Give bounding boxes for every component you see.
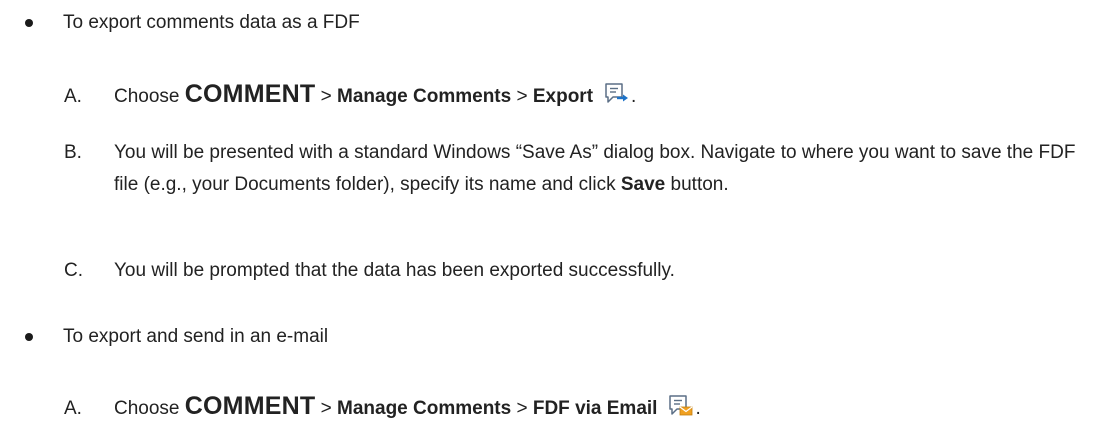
- step-b-tail: button.: [665, 174, 729, 195]
- fdf-via-email-command-label: FDF via Email: [532, 398, 658, 419]
- separator: >: [315, 398, 337, 419]
- bullet-dot: [25, 19, 33, 27]
- step-a-fdf-via-email: A. Choose COMMENT > Manage Comments > FDF…: [64, 391, 701, 428]
- comment-tab-label: COMMENT: [184, 80, 316, 108]
- step-letter: A.: [64, 86, 82, 107]
- bullet-text: To export and send in an e-mail: [63, 326, 329, 347]
- save-button-label: Save: [620, 174, 666, 195]
- choose-text: Choose: [114, 86, 185, 107]
- separator: >: [315, 86, 337, 107]
- step-letter: B.: [64, 142, 82, 163]
- export-command-label: Export: [532, 86, 594, 107]
- bullet-text: To export comments data as a FDF: [63, 12, 360, 33]
- export-comments-icon: [603, 82, 631, 116]
- manage-comments-label: Manage Comments: [337, 86, 512, 107]
- period: .: [631, 86, 637, 107]
- fdf-via-email-icon: [667, 394, 695, 428]
- comment-tab-label: COMMENT: [184, 392, 316, 420]
- manage-comments-label: Manage Comments: [337, 398, 512, 419]
- step-letter: A.: [64, 398, 82, 419]
- separator: >: [511, 398, 533, 419]
- step-c-success: C. You will be prompted that the data has…: [64, 256, 675, 286]
- step-letter: C.: [64, 260, 83, 281]
- step-c-text: You will be prompted that the data has b…: [114, 260, 675, 281]
- step-b-text: You will be presented with a standard Wi…: [114, 142, 1076, 195]
- step-b-save-dialog: B. You will be presented with a standard…: [64, 137, 1104, 201]
- bullet-dot: [25, 333, 33, 341]
- step-a-export: A. Choose COMMENT > Manage Comments > Exp…: [64, 79, 636, 116]
- choose-text: Choose: [114, 398, 185, 419]
- period: .: [695, 398, 701, 419]
- separator: >: [511, 86, 533, 107]
